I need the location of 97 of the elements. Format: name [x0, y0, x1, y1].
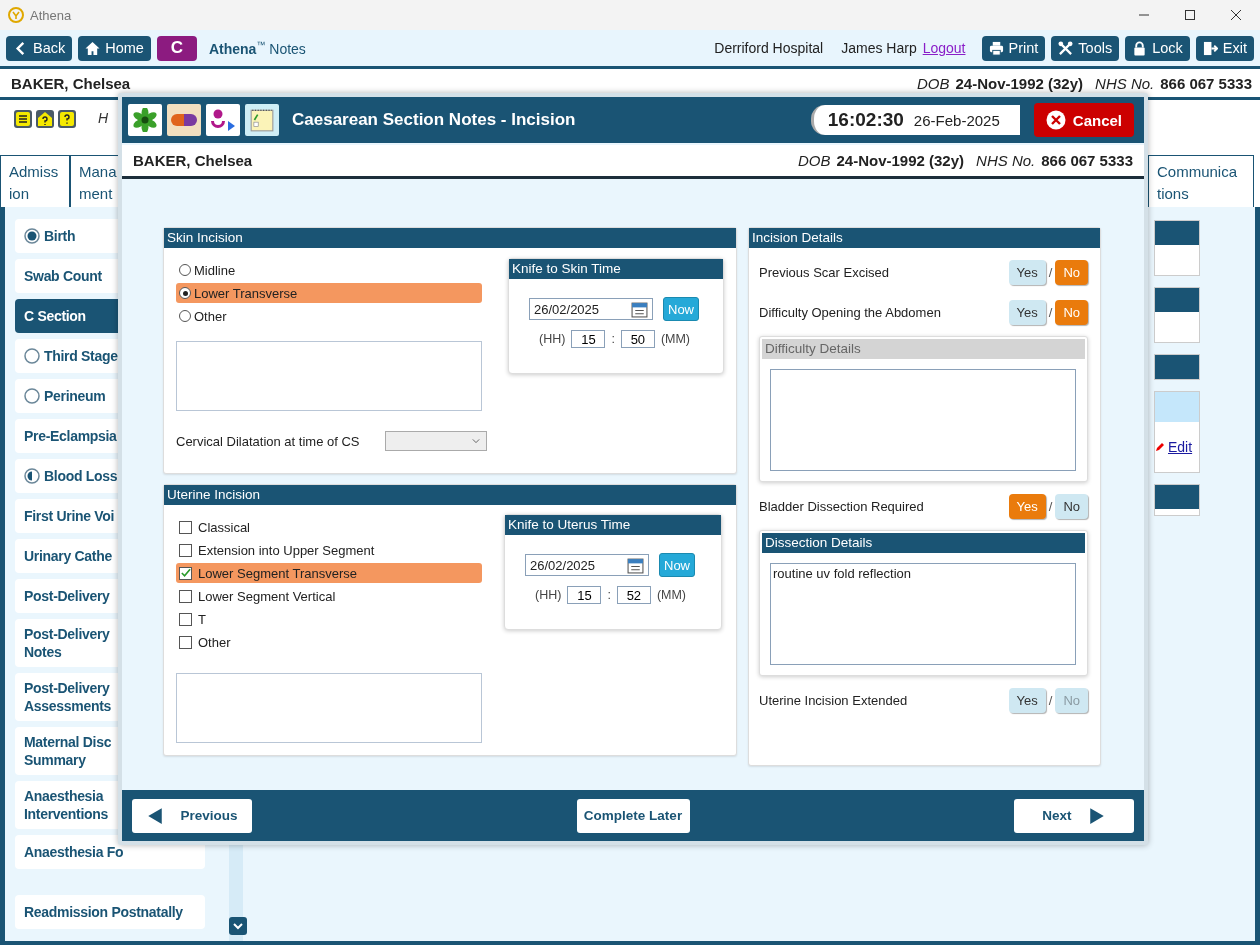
answer-button[interactable]: Yes	[1008, 299, 1046, 325]
user-name: James Harp	[841, 40, 917, 56]
edit-link[interactable]: Edit	[1168, 439, 1193, 455]
maximize-icon[interactable]	[1184, 9, 1196, 21]
dob-label: DOB	[797, 152, 831, 169]
help-home-icon[interactable]	[36, 110, 54, 128]
dob-label: DOB	[916, 74, 950, 92]
close-icon[interactable]	[1230, 9, 1242, 21]
dob-value: 24-Nov-1992 (32y)	[836, 152, 965, 169]
triangle-left-icon	[146, 806, 165, 825]
dialog-title: Caesarean Section Notes - Incision	[292, 110, 576, 130]
section-header: Incision Details	[749, 228, 1100, 248]
patient-name: BAKER, Chelsea	[11, 74, 131, 92]
tools-button[interactable]: Tools	[1051, 35, 1120, 61]
section-header: Knife to Skin Time	[509, 259, 723, 279]
question-label: Difficulty Opening the Abdomen	[759, 304, 941, 320]
dob-value: 24-Nov-1992 (32y)	[955, 74, 1084, 92]
separator: /	[1048, 692, 1053, 708]
hours-label: (HH)	[535, 588, 562, 602]
flower-icon[interactable]	[128, 104, 162, 136]
separator: /	[1048, 498, 1053, 514]
home-button[interactable]: Home	[78, 35, 151, 61]
window-title: Athena	[30, 7, 72, 23]
app-logo-icon	[8, 7, 24, 23]
section-header: Skin Incision	[164, 228, 736, 248]
exit-icon	[1202, 40, 1218, 56]
printer-icon	[988, 40, 1004, 56]
scroll-down-button[interactable]	[229, 917, 247, 935]
answer-button[interactable]: No	[1055, 493, 1088, 519]
help-list-icon[interactable]	[14, 110, 32, 128]
cancel-button[interactable]: Cancel	[1033, 103, 1134, 137]
panel-header	[1155, 288, 1199, 312]
hospital-name: Derriford Hospital	[714, 40, 824, 56]
question-label: Uterine Incision Extended	[759, 692, 908, 708]
date-field[interactable]: 26/02/2025	[525, 554, 649, 576]
help-icon[interactable]	[58, 110, 76, 128]
lock-icon	[1132, 40, 1148, 56]
section-header: Difficulty Details	[762, 339, 1085, 359]
notepad-icon[interactable]	[245, 104, 279, 136]
caret-icon	[472, 438, 480, 444]
tools-icon	[1058, 40, 1074, 56]
home-icon	[85, 40, 101, 56]
hours-label: (HH)	[539, 332, 566, 346]
panel-header	[1155, 355, 1199, 379]
question-label: Bladder Dissection Required	[759, 498, 924, 514]
section-header: Uterine Incision	[164, 485, 736, 505]
section-header: Knife to Uterus Time	[505, 515, 721, 535]
nhs-label: NHS No.	[1095, 74, 1155, 92]
tab[interactable]: Communica tions	[1148, 155, 1254, 207]
chevron-down-icon	[232, 920, 244, 932]
separator: /	[1048, 304, 1053, 320]
info-text: H	[98, 110, 109, 126]
nhs-value: 866 067 5333	[1160, 74, 1252, 92]
minutes-label: (MM)	[656, 588, 687, 602]
next-button[interactable]: Next	[1014, 798, 1134, 833]
minutes-label: (MM)	[660, 332, 691, 346]
calendar-icon	[631, 300, 648, 318]
minutes-field[interactable]: 50	[620, 330, 655, 348]
panel-header	[1155, 221, 1199, 245]
exit-button[interactable]: Exit	[1195, 35, 1254, 61]
clock-display: 16:02:30 26-Feb-2025	[810, 105, 1020, 135]
minutes-field[interactable]: 52	[616, 586, 651, 604]
question-label: Previous Scar Excised	[759, 264, 890, 280]
separator: /	[1048, 264, 1053, 280]
check-icon	[180, 567, 191, 579]
logout-link[interactable]: Logout	[922, 40, 966, 56]
complete-later-button[interactable]: Complete Later	[576, 798, 690, 833]
notes-field[interactable]	[176, 341, 482, 411]
letter-badge-button[interactable]: C	[156, 35, 197, 61]
answer-button[interactable]: Yes	[1008, 259, 1046, 285]
app-brand: Athena$^{™}$ Notes	[208, 39, 306, 57]
hours-field[interactable]: 15	[571, 330, 606, 348]
lock-button[interactable]: Lock	[1125, 35, 1190, 61]
back-button[interactable]: Back	[6, 35, 73, 61]
tab[interactable]: Admiss ion	[0, 155, 70, 207]
close-circle-icon	[1045, 110, 1066, 130]
time-separator: :	[611, 332, 615, 346]
hours-field[interactable]: 15	[567, 586, 602, 604]
print-button[interactable]: Print	[981, 35, 1046, 61]
section-header: Dissection Details	[762, 533, 1085, 553]
time-separator: :	[607, 588, 611, 602]
answer-button[interactable]: Yes	[1008, 687, 1046, 713]
sidebar-item[interactable]: Readmission Postnatally	[15, 895, 205, 929]
radio-option[interactable]: Lower Transverse	[176, 283, 482, 303]
checkbox-option[interactable]: Lower Segment Transverse	[176, 563, 482, 583]
notes-field[interactable]	[176, 673, 482, 743]
previous-button[interactable]: Previous	[132, 798, 252, 833]
nhs-label: NHS No.	[976, 152, 1036, 169]
pencil-icon	[1155, 442, 1165, 452]
date-field[interactable]: 26/02/2025	[529, 298, 653, 320]
capsule-icon[interactable]	[167, 104, 201, 136]
triangle-right-icon	[1087, 806, 1106, 825]
details-field[interactable]: routine uv fold reflection	[770, 563, 1076, 665]
panel-header	[1155, 392, 1199, 422]
nhs-value: 866 067 5333	[1041, 152, 1133, 169]
calendar-icon	[627, 556, 644, 574]
panel-header	[1155, 485, 1199, 509]
